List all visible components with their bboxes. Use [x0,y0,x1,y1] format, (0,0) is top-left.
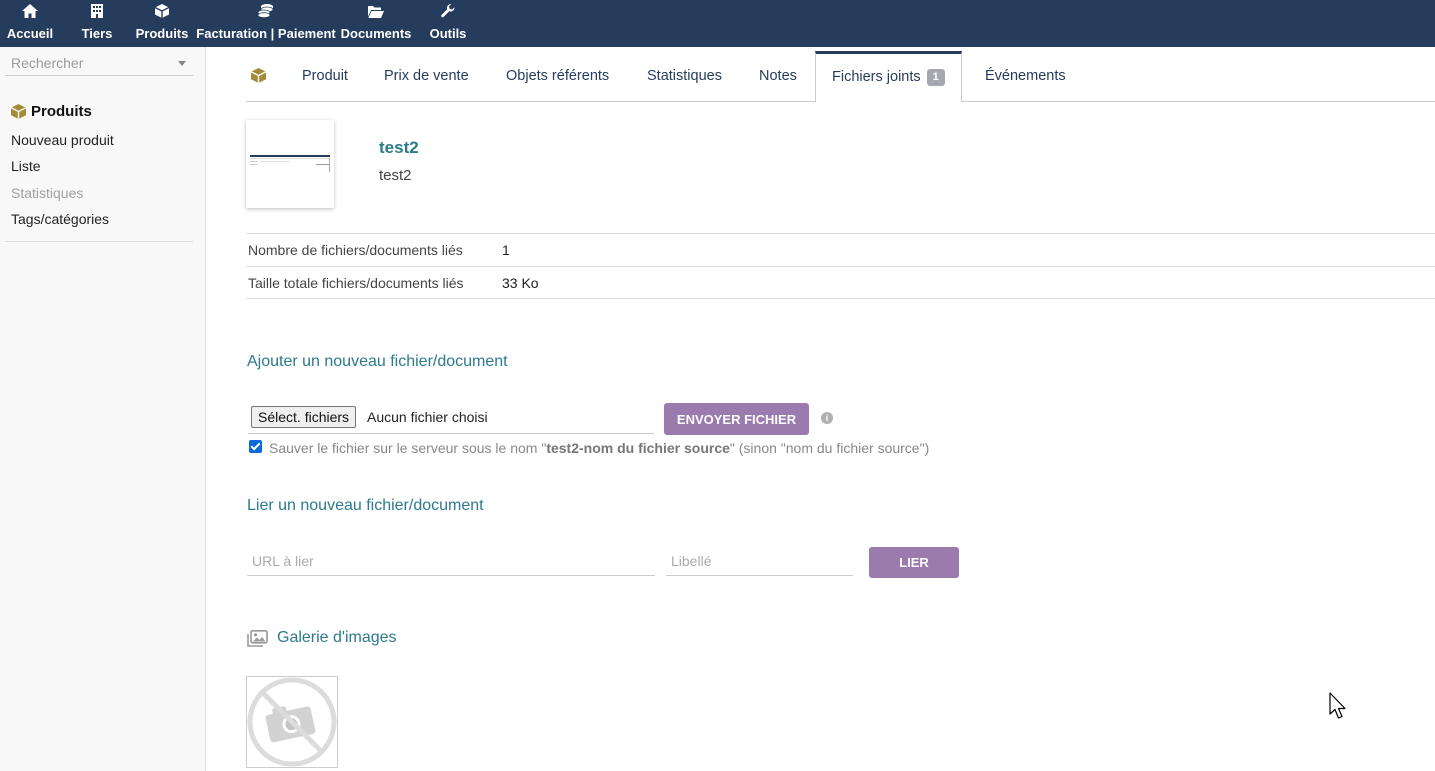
tab-bar: Produit Prix de vente Objets référents S… [246,51,1435,102]
topnav-documents[interactable]: Documents [340,0,412,47]
no-photo-icon [247,677,337,767]
topnav-label: Accueil [6,26,54,41]
sidebar-section-produits[interactable]: Produits [11,103,92,120]
topnav-label: Produits [135,26,189,41]
sidebar-item-liste[interactable]: Liste [11,158,41,174]
topnav-tiers[interactable]: Tiers [82,0,112,47]
folder-open-icon [368,4,384,18]
sidebar-item-nouveau-produit[interactable]: Nouveau produit [11,132,114,148]
wrench-icon [441,4,455,18]
table-row: Nombre de fichiers/documents liés 1 [246,233,1435,266]
product-ref: test2 [379,138,419,157]
topnav-label: Documents [340,26,412,41]
images-icon [247,629,268,647]
link-section-title: Lier un nouveau fichier/document [247,497,484,514]
link-label-input[interactable] [666,547,853,576]
tab-evenements[interactable]: Événements [985,51,1066,101]
tab-fichiers-joints[interactable]: Fichiers joints 1 [815,51,962,102]
info-key: Taille totale fichiers/documents liés [248,275,464,291]
cube-icon [250,68,267,83]
send-file-button[interactable]: ENVOYER FICHIER [664,403,809,435]
top-navbar: Accueil Tiers Produits Facturation | Pai… [0,0,1435,47]
sidebar-item-statistiques: Statistiques [11,185,84,201]
topnav-label: Outils [429,26,467,41]
coins-icon [258,4,274,18]
search-input[interactable] [5,52,175,74]
tab-produit[interactable]: Produit [302,51,348,101]
thumbnail-image [250,155,330,172]
file-input[interactable]: Sélect. fichiers Aucun fichier choisi [248,404,654,434]
sidebar-title: Produits [31,103,92,120]
sidebar-item-tags[interactable]: Tags/catégories [11,211,109,227]
cube-icon [11,104,26,119]
info-value: 33 Ko [502,275,539,291]
link-button[interactable]: LIER [869,547,959,578]
topnav-outils[interactable]: Outils [430,0,466,47]
upload-section-title: Ajouter un nouveau fichier/document [247,353,508,370]
select-files-button[interactable]: Sélect. fichiers [251,406,357,428]
topnav-produits[interactable]: Produits [136,0,188,47]
home-icon [22,4,38,18]
no-photo-placeholder [246,676,338,768]
count-badge: 1 [926,69,945,86]
mouse-cursor-icon [1329,692,1349,723]
checkbox-text-prefix: Sauver le fichier sur le serveur sous le… [269,440,547,456]
tab-prix-de-vente[interactable]: Prix de vente [384,51,469,101]
gallery-header: Galerie d'images [247,629,397,647]
no-file-text: Aucun fichier choisi [367,409,488,425]
tab-label: Fichiers joints [832,69,921,85]
gallery-title: Galerie d'images [277,629,397,646]
save-name-checkbox[interactable] [249,440,262,453]
tab-statistiques[interactable]: Statistiques [647,51,722,101]
chevron-down-icon[interactable] [178,61,186,66]
info-key: Nombre de fichiers/documents liés [248,242,463,258]
product-label: test2 [379,167,412,184]
tab-notes[interactable]: Notes [759,51,797,101]
topnav-facturation[interactable]: Facturation | Paiement [196,0,336,47]
table-row: Taille totale fichiers/documents liés 33… [246,266,1435,299]
checkbox-text-suffix: " (sinon "nom du fichier source") [729,440,930,456]
checkbox-text-bold: test2-nom du fichier source [546,440,730,456]
info-icon[interactable]: i [821,412,833,424]
building-icon [91,4,103,18]
product-tab-icon[interactable] [250,68,267,84]
sidebar-divider [5,241,193,242]
topnav-label: Facturation | Paiement [196,26,336,41]
topnav-accueil[interactable]: Accueil [6,0,54,47]
files-info-table: Nombre de fichiers/documents liés 1 Tail… [246,233,1435,299]
left-sidebar: Produits Nouveau produit Liste Statistiq… [0,47,206,771]
topnav-label: Tiers [81,26,113,41]
search-select[interactable] [5,52,193,76]
save-name-checkbox-label[interactable]: Sauver le fichier sur le serveur sous le… [269,440,929,456]
url-input[interactable] [247,547,655,576]
info-value: 1 [502,242,510,258]
cube-icon [155,4,169,18]
tab-objets-referents[interactable]: Objets référents [506,51,609,101]
product-thumbnail[interactable] [246,120,334,208]
